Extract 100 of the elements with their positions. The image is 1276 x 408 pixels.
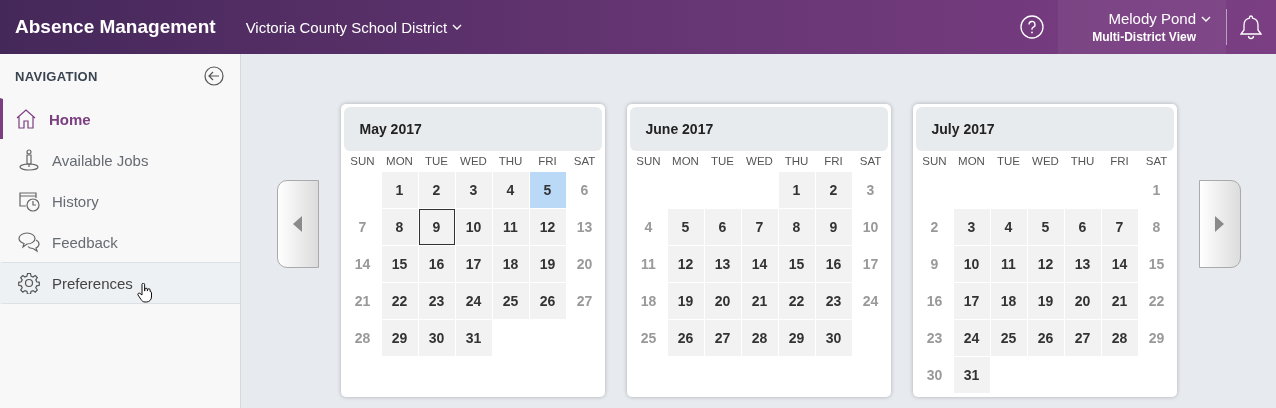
calendar-day[interactable]: 28 bbox=[741, 320, 778, 356]
calendar-day[interactable]: 13 bbox=[704, 246, 741, 282]
calendar-day[interactable]: 24 bbox=[953, 320, 990, 356]
calendar-day[interactable]: 29 bbox=[778, 320, 815, 356]
calendar-day[interactable]: 11 bbox=[990, 246, 1027, 282]
calendar-day[interactable]: 12 bbox=[1027, 246, 1064, 282]
weekday-label: FRI bbox=[1109, 154, 1130, 169]
calendar-day[interactable]: 1 bbox=[778, 172, 815, 208]
person-pin-icon bbox=[18, 149, 40, 171]
calendar-day[interactable]: 29 bbox=[381, 320, 418, 356]
calendar-day[interactable]: 30 bbox=[815, 320, 852, 356]
calendar-day[interactable]: 5 bbox=[1027, 209, 1064, 245]
settings-icon bbox=[18, 272, 40, 294]
calendar-day[interactable]: 20 bbox=[1064, 283, 1101, 319]
calendar-day[interactable]: 12 bbox=[667, 246, 704, 282]
calendar-day[interactable]: 3 bbox=[953, 209, 990, 245]
calendar-day[interactable]: 8 bbox=[778, 209, 815, 245]
calendar-day[interactable]: 15 bbox=[381, 246, 418, 282]
calendar-day[interactable]: 18 bbox=[492, 246, 529, 282]
calendar-day[interactable]: 25 bbox=[990, 320, 1027, 356]
calendar-day[interactable]: 22 bbox=[778, 283, 815, 319]
calendar-day[interactable]: 16 bbox=[418, 246, 455, 282]
calendar-day[interactable]: 26 bbox=[529, 283, 566, 319]
calendar-day[interactable]: 27 bbox=[1064, 320, 1101, 356]
chat-bubbles-icon bbox=[18, 231, 40, 253]
weekday-label: THU bbox=[783, 154, 810, 169]
month-title: July 2017 bbox=[931, 121, 995, 137]
calendar-day[interactable]: 23 bbox=[418, 283, 455, 319]
calendar-day[interactable]: 19 bbox=[1027, 283, 1064, 319]
calendar-day[interactable]: 1 bbox=[381, 172, 418, 208]
weekday-label: TUE bbox=[424, 154, 449, 169]
calendar-day[interactable]: 6 bbox=[1064, 209, 1101, 245]
user-name: Melody Pond bbox=[1108, 10, 1211, 27]
weekday-label: MON bbox=[385, 154, 414, 169]
calendar-day[interactable]: 2 bbox=[815, 172, 852, 208]
calendar-day[interactable]: 25 bbox=[492, 283, 529, 319]
calendar-day[interactable]: 12 bbox=[529, 209, 566, 245]
calendar-day[interactable]: 17 bbox=[455, 246, 492, 282]
calendar-day[interactable]: 7 bbox=[1101, 209, 1138, 245]
calendar-day[interactable]: 9 bbox=[815, 209, 852, 245]
nav-item[interactable]: History bbox=[0, 180, 240, 221]
calendar-day[interactable]: 30 bbox=[418, 320, 455, 356]
user-menu[interactable]: Melody Pond Multi-District View bbox=[1058, 0, 1226, 54]
calendar-day[interactable]: 27 bbox=[704, 320, 741, 356]
triangle-right-icon bbox=[1215, 216, 1224, 232]
nav-item[interactable]: Preferences bbox=[0, 262, 240, 304]
calendar-day[interactable]: 18 bbox=[990, 283, 1027, 319]
bell-icon[interactable] bbox=[1240, 14, 1262, 40]
calendar-day[interactable]: 13 bbox=[1064, 246, 1101, 282]
month-title: May 2017 bbox=[359, 121, 422, 137]
calendar-day[interactable]: 3 bbox=[455, 172, 492, 208]
calendar-day[interactable]: 24 bbox=[455, 283, 492, 319]
calendar-day[interactable]: 4 bbox=[492, 172, 529, 208]
nav-item[interactable]: Feedback bbox=[0, 221, 240, 262]
calendar-day[interactable]: 10 bbox=[455, 209, 492, 245]
district-dropdown[interactable]: Victoria County School District bbox=[245, 18, 463, 36]
calendar-day[interactable]: 20 bbox=[704, 283, 741, 319]
calendar-day[interactable]: 19 bbox=[667, 283, 704, 319]
collapse-icon[interactable] bbox=[204, 66, 224, 86]
calendar-day[interactable]: 2 bbox=[418, 172, 455, 208]
calendar-day[interactable]: 31 bbox=[953, 357, 990, 393]
calendar-day[interactable]: 22 bbox=[381, 283, 418, 319]
view-label: Multi-District View bbox=[1092, 30, 1196, 44]
weekday-label: TUE bbox=[996, 154, 1021, 169]
chevron-down-icon bbox=[1201, 15, 1211, 22]
weekday-label: THU bbox=[1069, 154, 1096, 169]
weekday-label: FRI bbox=[537, 154, 558, 169]
calendar-day[interactable]: 14 bbox=[1101, 246, 1138, 282]
calendar-day[interactable]: 14 bbox=[741, 246, 778, 282]
weekday-label: SUN bbox=[635, 154, 662, 169]
calendar-day[interactable]: 31 bbox=[455, 320, 492, 356]
calendar-day[interactable]: 9 bbox=[418, 209, 455, 245]
weekday-label: MON bbox=[671, 154, 700, 169]
calendar-day[interactable]: 21 bbox=[741, 283, 778, 319]
calendar-day[interactable]: 4 bbox=[990, 209, 1027, 245]
calendar-day[interactable]: 17 bbox=[953, 283, 990, 319]
help-icon[interactable] bbox=[1020, 15, 1044, 39]
calendar-day[interactable]: 28 bbox=[1101, 320, 1138, 356]
weekday-label: THU bbox=[497, 154, 524, 169]
calendar-day[interactable]: 7 bbox=[741, 209, 778, 245]
calendar-day[interactable]: 5 bbox=[667, 209, 704, 245]
weekday-label: WED bbox=[1031, 154, 1060, 169]
calendar-day[interactable]: 10 bbox=[953, 246, 990, 282]
calendar-day[interactable]: 8 bbox=[381, 209, 418, 245]
calendar-day[interactable]: 15 bbox=[778, 246, 815, 282]
calendar-day[interactable]: 6 bbox=[704, 209, 741, 245]
weekday-label: SAT bbox=[1144, 154, 1169, 169]
calendar-day[interactable]: 21 bbox=[1101, 283, 1138, 319]
calendar-day[interactable]: 5 bbox=[529, 172, 566, 208]
calendar-day[interactable]: 26 bbox=[667, 320, 704, 356]
calendar-day[interactable]: 23 bbox=[815, 283, 852, 319]
calendar-clock-icon bbox=[18, 190, 40, 212]
nav-item[interactable]: Available Jobs bbox=[0, 139, 240, 180]
calendar-day[interactable]: 16 bbox=[815, 246, 852, 282]
triangle-left-icon bbox=[293, 216, 302, 232]
weekday-label: WED bbox=[459, 154, 488, 169]
calendar-day[interactable]: 11 bbox=[492, 209, 529, 245]
calendar-day[interactable]: 26 bbox=[1027, 320, 1064, 356]
weekday-label: SAT bbox=[572, 154, 597, 169]
calendar-day[interactable]: 19 bbox=[529, 246, 566, 282]
